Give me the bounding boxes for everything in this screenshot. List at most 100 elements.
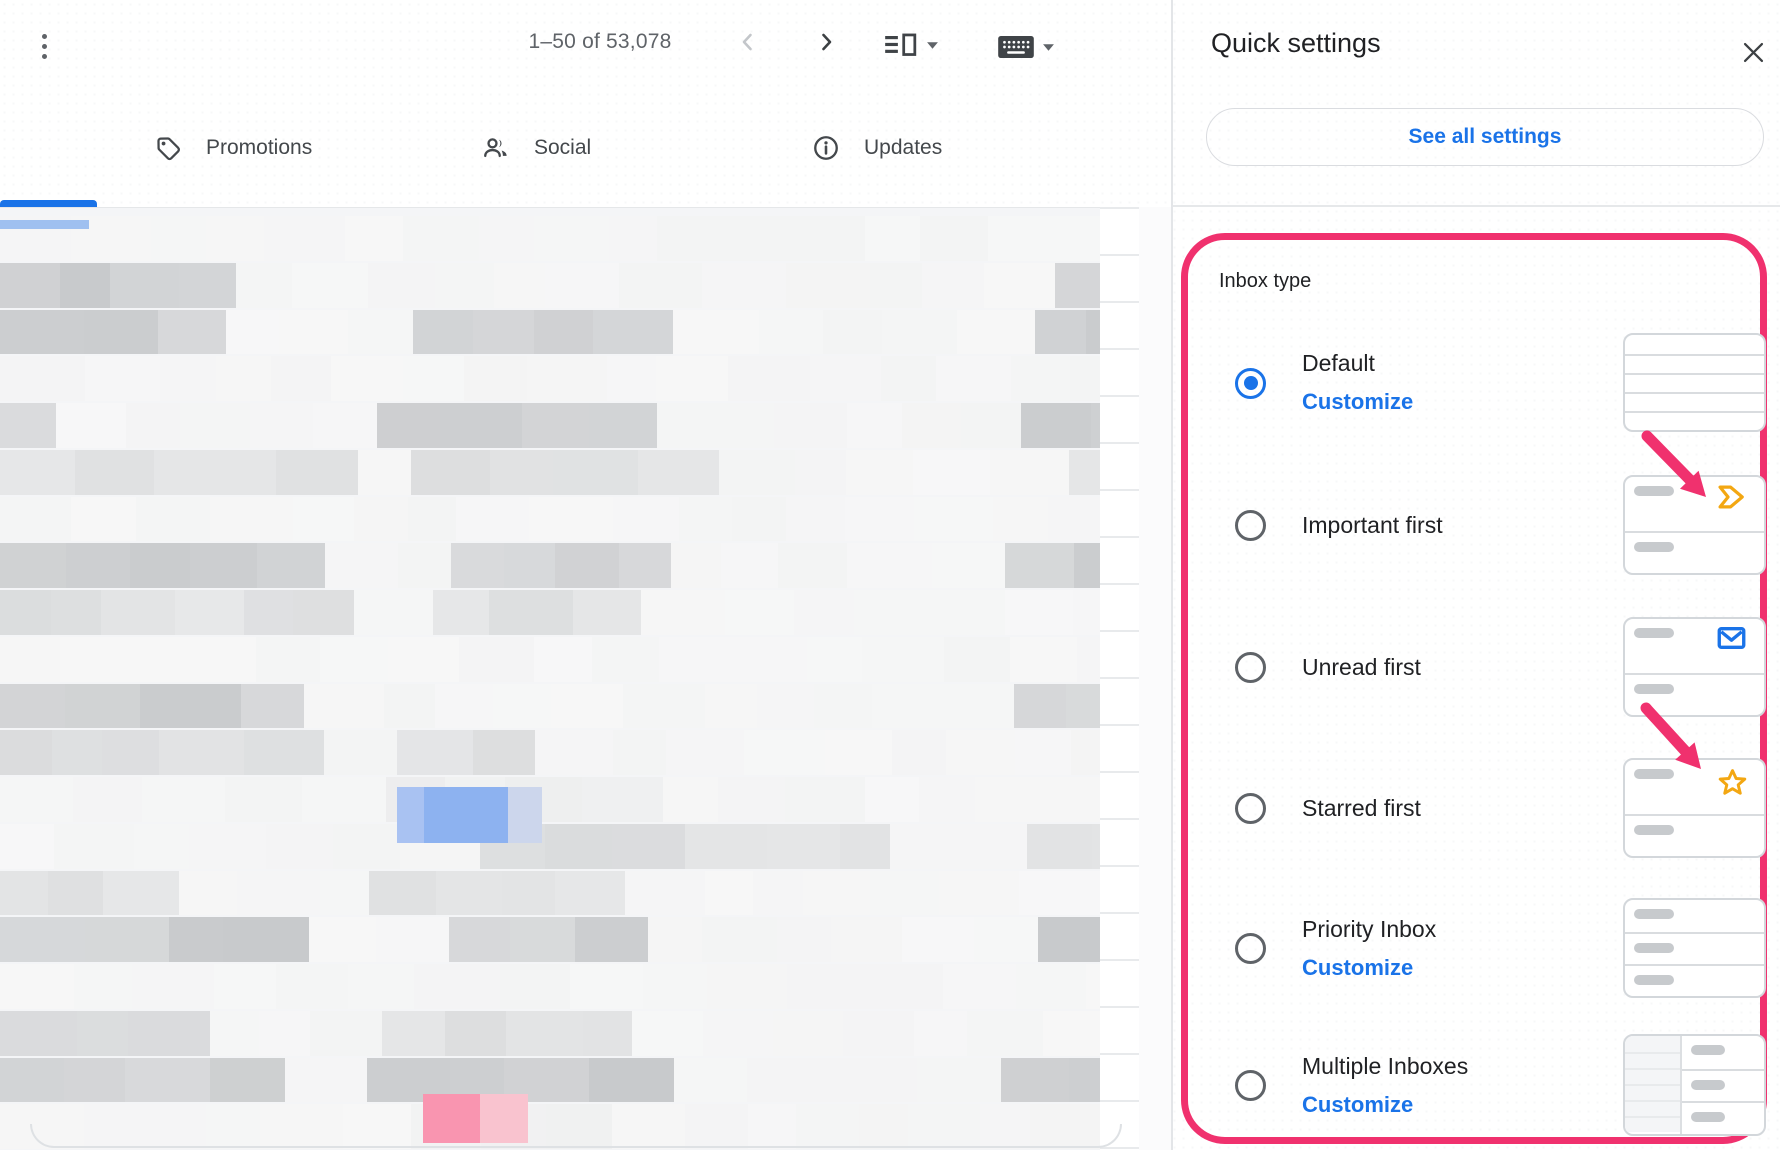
- blurred-email-block: [285, 1058, 368, 1103]
- blurred-email-block: [73, 777, 143, 822]
- gmail-window: 1–50 of 53,078: [0, 0, 1780, 1150]
- radio-selected[interactable]: [1235, 368, 1266, 399]
- radio-unselected[interactable]: [1235, 793, 1266, 824]
- blurred-email-block: [56, 403, 126, 448]
- keyboard-icon: [998, 36, 1034, 58]
- blurred-email-block: [132, 964, 215, 1009]
- blurred-email-block: [216, 356, 271, 401]
- option-label: Priority Inbox: [1302, 916, 1436, 943]
- blurred-email-block: [613, 497, 679, 542]
- blurred-email-block: [914, 1011, 968, 1056]
- blurred-email-block: [0, 310, 84, 355]
- blurred-email-block: [102, 730, 160, 775]
- blurred-email-block: [151, 216, 206, 261]
- blurred-email-block: [494, 263, 545, 308]
- older-page-button[interactable]: [806, 22, 846, 62]
- selected-tab-indicator: [0, 200, 97, 207]
- blurred-email-block: [140, 684, 190, 729]
- annotation-arrow: [1640, 702, 1710, 778]
- blurred-email-block: [882, 310, 957, 355]
- blurred-email-block: [0, 917, 85, 962]
- blurred-email-block: [534, 216, 609, 261]
- blurred-email-block: [440, 403, 523, 448]
- blurred-email-block: [456, 497, 529, 542]
- close-panel-button[interactable]: [1733, 32, 1773, 72]
- inbox-type-option-multiple[interactable]: Multiple Inboxes Customize: [1208, 1034, 1748, 1136]
- blurred-email-block: [657, 403, 714, 448]
- blurred-email-block: [51, 590, 102, 635]
- blurred-email-block: [932, 543, 1006, 588]
- blurred-email-block: [179, 263, 237, 308]
- blurred-highlight-block: [508, 787, 542, 843]
- blurred-email-block: [60, 263, 110, 308]
- blurred-email-block: [169, 917, 224, 962]
- blurred-email-block: [64, 1058, 125, 1103]
- input-tools-button[interactable]: [998, 36, 1055, 58]
- blurred-email-block: [553, 450, 639, 495]
- radio-unselected[interactable]: [1235, 1070, 1266, 1101]
- blurred-email-block: [619, 543, 671, 588]
- tab-social[interactable]: Social: [482, 90, 591, 206]
- blurred-email-block: [237, 871, 320, 916]
- inbox-type-option-default[interactable]: Default Customize: [1208, 333, 1748, 432]
- blurred-email-block: [130, 543, 190, 588]
- blurred-email-block: [241, 684, 304, 729]
- blurred-email-block: [583, 1011, 633, 1056]
- blurred-email-block: [1027, 824, 1093, 869]
- radio-unselected[interactable]: [1235, 933, 1266, 964]
- radio-unselected[interactable]: [1235, 652, 1266, 683]
- blurred-email-block: [236, 263, 292, 308]
- option-label: Important first: [1302, 512, 1443, 539]
- blurred-email-block: [159, 730, 245, 775]
- thumb-text-pill: [1634, 684, 1674, 694]
- inbox-type-option-priority[interactable]: Priority Inbox Customize: [1208, 898, 1748, 998]
- blurred-email-block: [502, 871, 555, 916]
- customize-link[interactable]: Customize: [1302, 955, 1436, 981]
- thumb-icon-wrap: [1717, 484, 1749, 515]
- blurred-email-block: [840, 824, 891, 869]
- blurred-email-block: [1010, 637, 1077, 682]
- blurred-email-block: [264, 216, 345, 261]
- more-options-button[interactable]: [30, 25, 58, 67]
- blurred-email-block: [0, 263, 61, 308]
- blurred-email-block: [473, 310, 534, 355]
- blurred-email-block: [84, 310, 159, 355]
- chevron-right-icon: [814, 30, 838, 54]
- blurred-email-block: [641, 590, 725, 635]
- tab-updates[interactable]: Updates: [812, 90, 942, 206]
- list-card-bottom-edge: [30, 1124, 1122, 1148]
- see-all-settings-button[interactable]: See all settings: [1206, 108, 1764, 166]
- customize-link[interactable]: Customize: [1302, 389, 1413, 415]
- blurred-email-block: [917, 1058, 1001, 1103]
- blurred-email-block: [666, 730, 744, 775]
- tab-promotions[interactable]: Promotions: [155, 90, 312, 206]
- option-label: Multiple Inboxes: [1302, 1053, 1468, 1080]
- blurred-email-block: [725, 590, 795, 635]
- email-list-blurred[interactable]: [0, 207, 1100, 1150]
- blurred-email-block: [490, 450, 553, 495]
- newer-page-button[interactable]: [728, 22, 768, 62]
- blurred-email-block: [773, 1011, 844, 1056]
- blurred-email-block: [737, 216, 808, 261]
- blurred-email-block: [85, 917, 170, 962]
- option-label: Default: [1302, 350, 1413, 377]
- blurred-email-block: [52, 730, 102, 775]
- blurred-email-block: [862, 637, 945, 682]
- blurred-email-block: [128, 1011, 211, 1056]
- split-pane-button[interactable]: [882, 30, 939, 60]
- blurred-email-block: [845, 497, 915, 542]
- blurred-email-block: [984, 263, 1056, 308]
- blurred-email-block: [1086, 310, 1100, 355]
- blurred-email-block: [545, 263, 619, 308]
- blurred-email-block: [250, 403, 313, 448]
- blurred-email-block: [0, 730, 53, 775]
- customize-link[interactable]: Customize: [1302, 1092, 1468, 1118]
- blurred-email-block: [369, 871, 436, 916]
- blurred-email-block: [398, 543, 452, 588]
- blurred-email-block: [623, 684, 705, 729]
- blurred-email-block: [223, 917, 309, 962]
- radio-unselected[interactable]: [1235, 510, 1266, 541]
- blurred-email-block: [435, 263, 494, 308]
- blurred-email-block: [110, 263, 180, 308]
- blurred-email-block: [0, 356, 85, 401]
